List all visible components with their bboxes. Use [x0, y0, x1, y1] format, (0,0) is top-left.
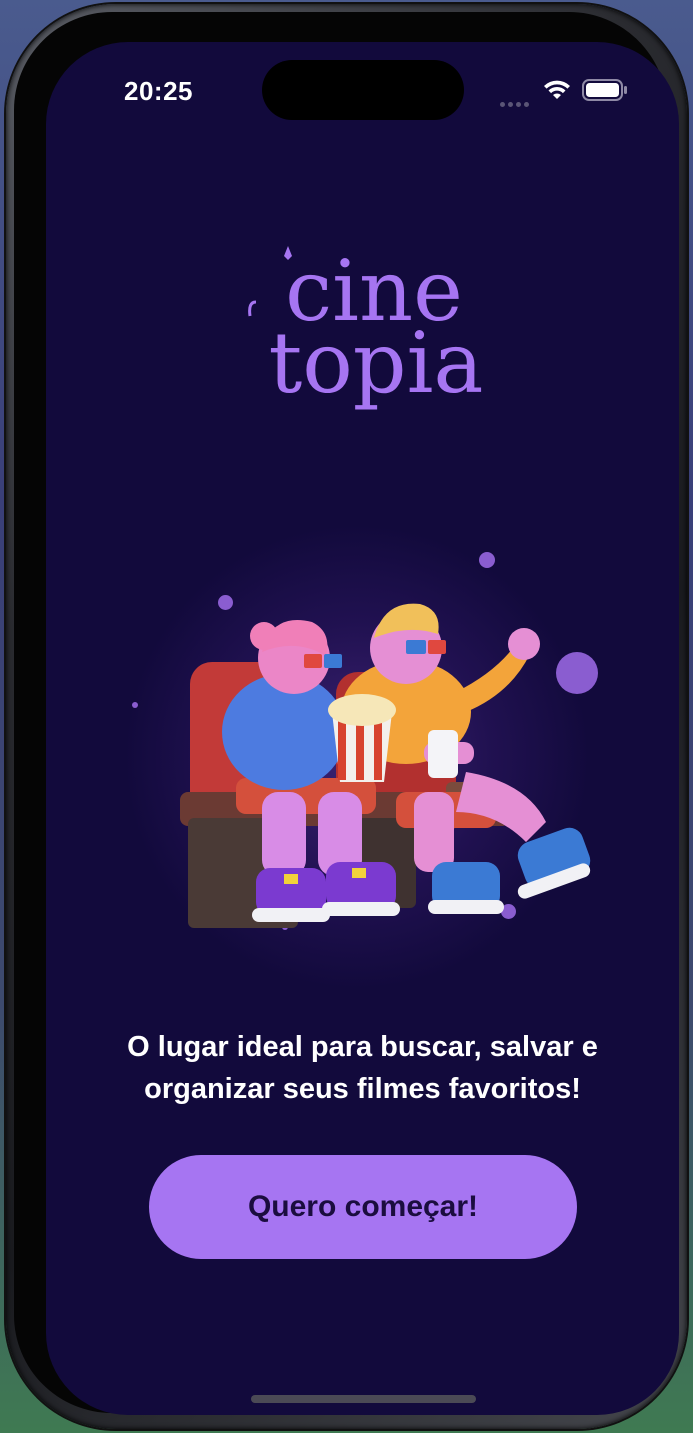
cinetopia-logo: cine topia	[248, 242, 484, 412]
dynamic-island	[262, 60, 464, 120]
cellular-signal-icon	[500, 94, 534, 107]
app-screen: 20:25 cine topia O lugar ideal para busc…	[46, 42, 679, 1415]
hero-illustration	[180, 603, 591, 928]
decorative-dot	[132, 702, 138, 708]
tagline: O lugar ideal para buscar, salvar e orga…	[86, 1026, 639, 1110]
decorative-dot	[479, 552, 495, 568]
battery-icon	[582, 79, 627, 101]
logo-line-2: topia	[268, 314, 483, 412]
home-indicator[interactable]	[251, 1395, 476, 1403]
get-started-button[interactable]: Quero começar!	[149, 1155, 577, 1259]
phone-bezel: 20:25 cine topia O lugar ideal para busc…	[14, 12, 679, 1415]
tagline-line-2: organizar seus filmes favoritos!	[144, 1073, 581, 1105]
tagline-line-1: O lugar ideal para buscar, salvar e	[127, 1031, 598, 1063]
status-time: 20:25	[124, 76, 193, 106]
wifi-icon	[544, 80, 570, 99]
